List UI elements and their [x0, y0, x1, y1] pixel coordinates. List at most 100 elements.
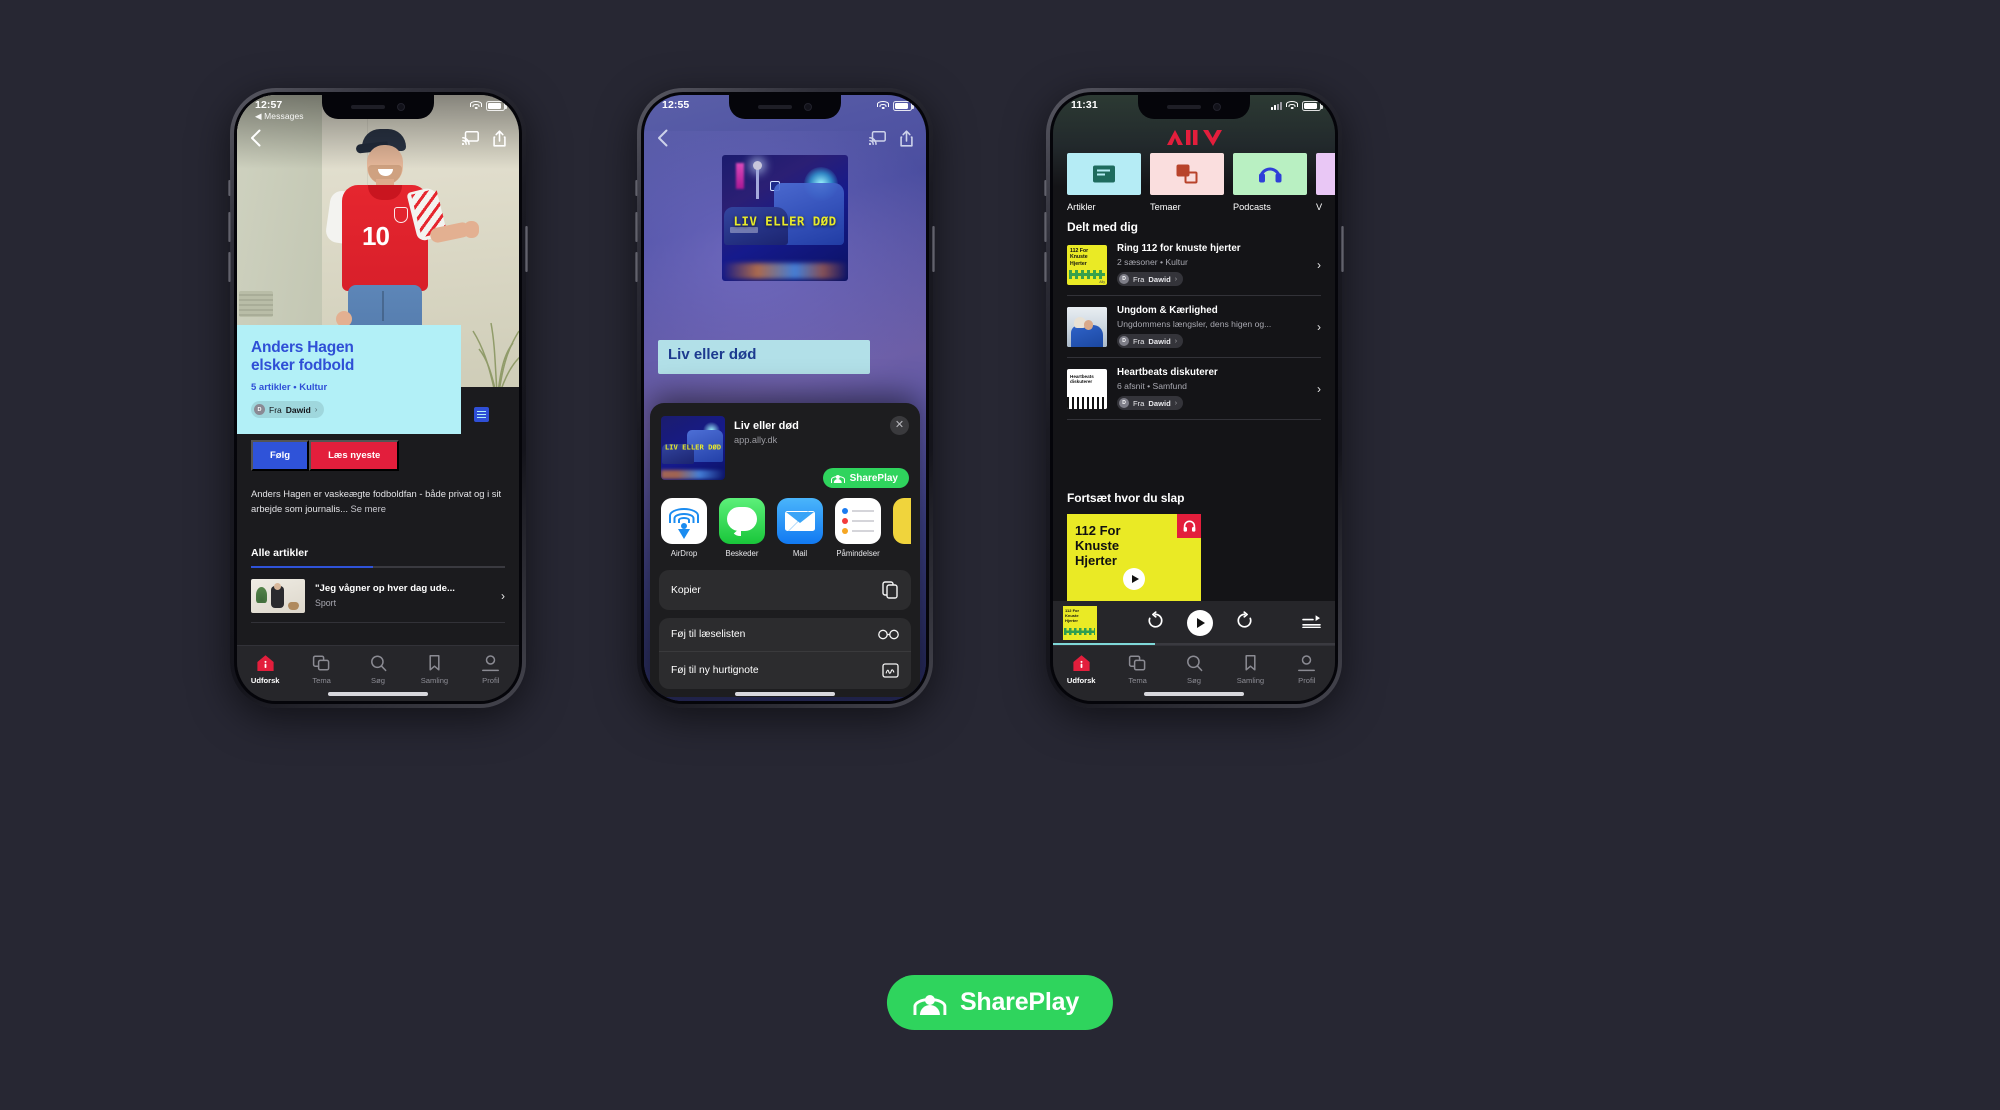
category-label: Temaer: [1150, 202, 1181, 212]
rewind-15-icon[interactable]: [1146, 611, 1165, 635]
tab-profil[interactable]: Profil: [1279, 654, 1335, 685]
category-video[interactable]: V: [1316, 153, 1335, 212]
article-icon: [1067, 153, 1141, 195]
tab-samling[interactable]: Samling: [406, 654, 462, 685]
share-actions-list: Kopier Føj til læselisten Føj til ny hur…: [659, 570, 911, 689]
action-copy[interactable]: Kopier: [659, 570, 911, 610]
airplay-icon[interactable]: [869, 131, 886, 145]
phone1-bezel: 10 12:57 ◀ Messages Anders Hagen elsker …: [234, 92, 522, 704]
category-label: V: [1316, 202, 1323, 212]
tab-soeg[interactable]: Søg: [1166, 654, 1222, 685]
tab-profil[interactable]: Profil: [463, 654, 519, 685]
action-add-to-quick-note[interactable]: Føj til ny hurtignote: [659, 651, 911, 689]
cover-neon-pink: [736, 163, 744, 189]
play-icon[interactable]: [1123, 567, 1145, 590]
play-icon[interactable]: [1186, 610, 1213, 636]
jersey-number: 10: [362, 221, 390, 251]
share-targets-row[interactable]: AirDrop Beskeder Mail Påmindelser: [659, 492, 911, 570]
shareplay-icon: [830, 473, 845, 484]
mini-player-artwork[interactable]: 112 For Knuste Hjerter: [1063, 606, 1097, 640]
article-title: "Jeg vågner op hver dag ude...: [315, 583, 455, 595]
tab-samling[interactable]: Samling: [1222, 654, 1278, 685]
queue-icon[interactable]: [1302, 613, 1321, 633]
thumb-piano-keys: [1067, 396, 1107, 409]
phone-mockup-3: 11:31 Artikler Temaer Podcasts V Delt me…: [1044, 88, 1344, 708]
forward-15-icon[interactable]: [1235, 611, 1254, 635]
shareplay-badge[interactable]: SharePlay: [886, 975, 1114, 1030]
quicknote-icon: [882, 663, 899, 678]
category-temaer[interactable]: Temaer: [1150, 153, 1224, 212]
share-icon[interactable]: [493, 129, 506, 147]
status-right: [877, 100, 914, 111]
phone2-top-nav: [644, 121, 926, 155]
share-action-group-1: Kopier: [659, 570, 911, 610]
share-preview-meta: Liv eller død app.ally.dk: [734, 416, 909, 445]
home-indicator[interactable]: [735, 692, 835, 696]
back-button[interactable]: [250, 129, 261, 147]
phone2-mute-switch: [635, 180, 638, 196]
shared-by-chip[interactable]: D Fra Dawid ›: [1117, 334, 1184, 348]
shared-list-item[interactable]: Ungdom & Kærlighed Ungdommens længsler, …: [1067, 296, 1321, 357]
phone1-mute-switch: [228, 180, 231, 196]
share-icon[interactable]: [900, 129, 913, 147]
share-preview-thumbnail: LIV ELLER DØD: [661, 416, 725, 480]
tab-label: Søg: [371, 676, 385, 685]
share-target-airdrop[interactable]: AirDrop: [661, 498, 707, 558]
tab-tema[interactable]: Tema: [293, 654, 349, 685]
airplay-icon[interactable]: [462, 131, 479, 145]
phone1-frame: 10 12:57 ◀ Messages Anders Hagen elsker …: [228, 88, 528, 708]
tab-tema[interactable]: Tema: [1109, 654, 1165, 685]
status-time: 12:55: [662, 99, 690, 111]
shared-by-chip[interactable]: D Fra Dawid ›: [251, 401, 325, 419]
action-add-to-reading-list[interactable]: Føj til læselisten: [659, 618, 911, 651]
chip-prefix: Fra: [1133, 274, 1145, 284]
tab-soeg[interactable]: Søg: [350, 654, 406, 685]
see-more-link[interactable]: Se mere: [348, 503, 386, 514]
phone2-bezel: 12:55 LIV ELLER DØD Liv eller død LIV EL…: [641, 92, 929, 704]
article-meta: 5 artikler • Kultur: [251, 382, 328, 394]
reminders-icon: [835, 498, 881, 544]
earpiece-speaker: [1167, 105, 1201, 109]
read-latest-button[interactable]: Læs nyeste: [309, 440, 400, 471]
headphones-icon: [1177, 514, 1201, 538]
shareplay-button[interactable]: SharePlay: [822, 468, 909, 488]
home-indicator[interactable]: [1144, 692, 1244, 696]
shareplay-label: SharePlay: [849, 472, 898, 484]
status-back-app[interactable]: ◀ Messages: [255, 112, 304, 121]
tab-udforsk[interactable]: Udforsk: [1053, 654, 1109, 685]
phone3-volume-down: [1044, 252, 1047, 282]
status-time: 12:57: [255, 99, 283, 111]
shared-list-item[interactable]: 112 For Knuste Hjerter Ally Ring 112 for k…: [1067, 234, 1321, 295]
phone2-volume-up: [635, 212, 638, 242]
wifi-icon: [877, 101, 889, 110]
share-target-messages[interactable]: Beskeder: [719, 498, 765, 558]
category-podcasts[interactable]: Podcasts: [1233, 153, 1307, 212]
thumb-face: [1084, 319, 1093, 330]
status-right: [1271, 100, 1323, 111]
tab-label: Profil: [1298, 676, 1316, 685]
back-button[interactable]: [657, 129, 668, 147]
shared-by-chip[interactable]: D Fra Dawid ›: [1117, 396, 1184, 410]
tab-udforsk[interactable]: Udforsk: [237, 654, 293, 685]
person-hand: [464, 221, 479, 238]
shared-by-chip[interactable]: D Fra Dawid ›: [1117, 272, 1184, 286]
app-name: Mail: [792, 549, 808, 558]
follow-button[interactable]: Følg: [251, 440, 310, 471]
item-title: Heartbeats diskuterer: [1117, 367, 1218, 378]
share-target-reminders[interactable]: Påmindelser: [835, 498, 881, 558]
avatar: D: [1119, 274, 1129, 284]
article-list-item[interactable]: "Jeg vågner op hver dag ude... Sport ›: [251, 568, 505, 622]
home-indicator[interactable]: [328, 692, 428, 696]
more-apps-icon: [893, 498, 911, 544]
category-artikler[interactable]: Artikler: [1067, 153, 1141, 212]
tab-label: Tema: [312, 676, 331, 685]
status-time: 11:31: [1071, 99, 1098, 111]
shared-list-item[interactable]: Heartbeats diskuterer Heartbeats diskuter…: [1067, 358, 1321, 419]
share-target-more[interactable]: [893, 498, 911, 558]
close-icon[interactable]: ✕: [890, 416, 909, 435]
artwork-pattern: [1064, 628, 1095, 635]
playback-progress[interactable]: [1053, 643, 1335, 645]
jersey-crest: [394, 207, 408, 223]
share-target-mail[interactable]: Mail: [777, 498, 823, 558]
screenshot-stage: 10 12:57 ◀ Messages Anders Hagen elsker …: [0, 0, 2000, 1110]
